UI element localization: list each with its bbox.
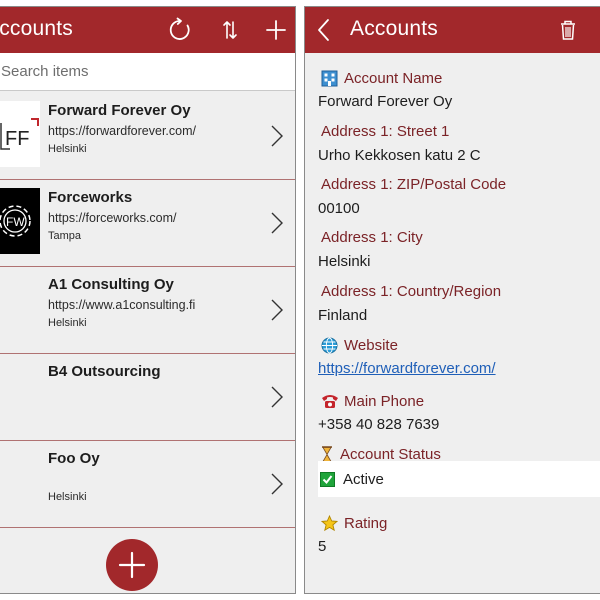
list-item[interactable]: FW Forceworks https://forceworks.com/ Ta… xyxy=(0,180,295,267)
add-account-fab[interactable] xyxy=(106,539,158,591)
item-city: Helsinki xyxy=(48,491,87,503)
back-button[interactable] xyxy=(309,14,339,46)
item-name: Forceworks xyxy=(48,189,133,206)
status-value: Active xyxy=(343,470,384,488)
list-header: Accounts xyxy=(0,7,295,53)
field-value: Urho Kekkosen katu 2 C xyxy=(318,147,481,164)
delete-button[interactable] xyxy=(553,14,583,46)
telephone-icon xyxy=(321,392,341,410)
accounts-list-screen: Accounts xyxy=(0,6,296,594)
checkmark-icon xyxy=(320,471,335,487)
svg-text:FF: FF xyxy=(5,128,29,150)
search-input[interactable] xyxy=(0,53,295,90)
field-label: Address 1: ZIP/Postal Code xyxy=(321,176,507,193)
website-link[interactable]: https://forwardforever.com/ xyxy=(318,360,496,377)
field-label: Address 1: City xyxy=(321,229,423,246)
field-label: Address 1: Country/Region xyxy=(321,283,502,300)
svg-text:FW: FW xyxy=(6,215,25,229)
chevron-right-icon[interactable] xyxy=(269,297,285,323)
chevron-left-icon xyxy=(318,19,329,41)
field-value: 5 xyxy=(318,538,327,555)
detail-header: Accounts xyxy=(305,7,600,53)
field-label: Rating xyxy=(344,514,388,532)
add-button[interactable] xyxy=(261,14,291,46)
refresh-icon xyxy=(169,17,190,40)
field-label: Address 1: Street 1 xyxy=(321,123,450,140)
star-icon xyxy=(321,514,341,532)
building-icon xyxy=(321,69,341,87)
status-checkbox[interactable]: Active xyxy=(318,461,600,497)
item-city: Tampa xyxy=(48,230,82,242)
refresh-button[interactable] xyxy=(165,14,195,46)
item-name: B4 Outsourcing xyxy=(48,363,161,380)
list-item[interactable]: B4 Outsourcing xyxy=(0,354,295,441)
chevron-right-icon[interactable] xyxy=(269,123,285,149)
chevron-right-icon[interactable] xyxy=(269,471,285,497)
field-label: Website xyxy=(344,336,398,354)
item-url: https://forceworks.com/ xyxy=(48,211,177,225)
item-city: Helsinki xyxy=(48,317,87,329)
field-value: Helsinki xyxy=(318,253,371,270)
field-value: 00100 xyxy=(318,200,360,217)
item-url: https://www.a1consulting.fi xyxy=(48,298,196,312)
list-item[interactable]: FF Forward Forever Oy https://forwardfor… xyxy=(0,93,295,180)
item-url: https://forwardforever.com/ xyxy=(48,124,196,138)
trash-icon xyxy=(561,20,575,40)
plus-icon xyxy=(266,20,286,40)
detail-title: Accounts xyxy=(350,17,438,40)
list-title: Accounts xyxy=(0,17,73,40)
field-label: Account Name xyxy=(344,69,443,87)
plus-icon xyxy=(118,551,146,579)
item-city: Helsinki xyxy=(48,143,87,155)
forceworks-logo: FW xyxy=(0,188,40,254)
list-item[interactable]: Foo Oy Helsinki xyxy=(0,441,295,528)
field-value: Forward Forever Oy xyxy=(318,93,453,110)
sort-icon xyxy=(223,21,237,39)
sort-button[interactable] xyxy=(215,14,245,46)
field-value: Finland xyxy=(318,307,368,324)
item-name: Forward Forever Oy xyxy=(48,102,191,119)
item-name: A1 Consulting Oy xyxy=(48,276,174,293)
item-name: Foo Oy xyxy=(48,450,100,467)
field-label: Main Phone xyxy=(344,392,425,410)
field-label: Account Status xyxy=(340,445,441,463)
chevron-right-icon[interactable] xyxy=(269,210,285,236)
field-value: +358 40 828 7639 xyxy=(318,416,440,433)
list-item[interactable]: A1 Consulting Oy https://www.a1consultin… xyxy=(0,267,295,354)
account-detail-screen: Accounts Account Name Forward Forever Oy xyxy=(304,6,600,594)
forward-forever-logo: FF xyxy=(0,101,40,167)
globe-icon xyxy=(321,336,341,354)
search-bar xyxy=(0,53,295,91)
chevron-right-icon[interactable] xyxy=(269,384,285,410)
